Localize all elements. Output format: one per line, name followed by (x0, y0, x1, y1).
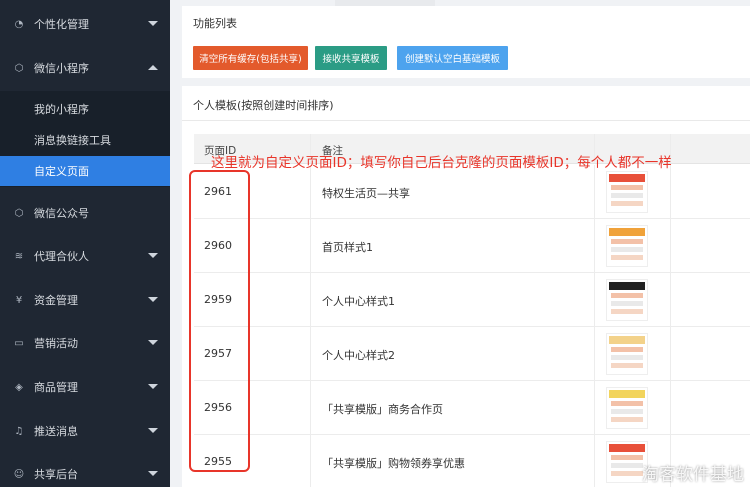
page-remark: 个人中心样式2 (322, 349, 395, 362)
sidebar-item-label: 营销活动 (34, 337, 78, 350)
cube-icon: ⬡ (14, 207, 24, 219)
sidebar-item-label: 资金管理 (34, 294, 78, 307)
chevron-down-icon (148, 340, 158, 345)
palette-icon: ◔ (14, 18, 24, 30)
sidebar-subitem-custom-page[interactable]: 自定义页面 (0, 156, 170, 186)
sidebar-item-label: 微信小程序 (34, 62, 89, 75)
column-divider (594, 165, 595, 218)
sidebar-subitem-my-miniprogram[interactable]: 我的小程序 (0, 94, 170, 124)
column-divider (310, 327, 311, 380)
sidebar-item-label: 商品管理 (34, 381, 78, 394)
column-divider (310, 165, 311, 218)
clear-cache-button[interactable]: 清空所有缓存(包括共享) (193, 46, 308, 70)
page-remark: 「共享模版」商务合作页 (322, 403, 443, 416)
template-panel: 个人模板(按照创建时间排序) 页面ID 备注 2961 特权生活页—共享 296… (182, 86, 750, 487)
column-divider (594, 327, 595, 380)
sidebar-subitem-link-tool[interactable]: 消息换链接工具 (0, 125, 170, 155)
sidebar-subitem-label: 我的小程序 (34, 103, 89, 116)
chevron-down-icon (148, 21, 158, 26)
chevron-down-icon (148, 428, 158, 433)
sidebar-item-marketing[interactable]: ▭ 营销活动 (0, 322, 170, 364)
sidebar-item-products[interactable]: ◈ 商品管理 (0, 366, 170, 408)
template-thumbnail[interactable] (606, 333, 648, 375)
sidebar-item-label: 微信公众号 (34, 207, 89, 220)
sidebar-item-label: 代理合伙人 (34, 250, 89, 263)
sidebar-item-wechat-official[interactable]: ⬡ 微信公众号 (0, 192, 170, 234)
receive-template-button[interactable]: 接收共享模板 (315, 46, 387, 70)
chevron-down-icon (148, 297, 158, 302)
table-row[interactable]: 2956 「共享模版」商务合作页 (194, 381, 750, 435)
main-content: 功能列表 清空所有缓存(包括共享) 接收共享模板 创建默认空白基础模板 个人模板… (170, 0, 750, 487)
sidebar-item-label: 推送消息 (34, 425, 78, 438)
sidebar-item-push[interactable]: ♫ 推送消息 (0, 410, 170, 452)
sidebar-item-label: 共享后台 (34, 468, 78, 481)
card-icon: ▭ (14, 337, 24, 349)
sidebar-subitem-label: 消息换链接工具 (34, 134, 111, 147)
column-divider (594, 219, 595, 272)
template-thumbnail[interactable] (606, 387, 648, 429)
column-divider (310, 435, 311, 487)
chevron-up-icon (148, 65, 158, 70)
template-panel-title: 个人模板(按照创建时间排序) (193, 99, 334, 112)
cube-icon: ⬡ (14, 62, 24, 74)
create-default-template-button[interactable]: 创建默认空白基础模板 (397, 46, 508, 70)
page-remark: 「共享模版」购物领券享优惠 (322, 457, 465, 470)
chevron-down-icon (148, 471, 158, 476)
template-thumbnail[interactable] (606, 171, 648, 213)
watermark: 淘客软件基地 (642, 465, 744, 485)
sidebar-item-personalization[interactable]: ◔ 个性化管理 (0, 3, 170, 45)
column-divider (594, 435, 595, 487)
column-divider (670, 273, 671, 326)
column-divider (594, 381, 595, 434)
sidebar-item-agent-partner[interactable]: ≋ 代理合伙人 (0, 235, 170, 277)
bell-icon: ♫ (14, 425, 24, 437)
column-divider (670, 327, 671, 380)
sidebar: ◔ 个性化管理 ⬡ 微信小程序 我的小程序 消息换链接工具 自定义页面 ⬡ 微信… (0, 0, 170, 487)
table-row[interactable]: 2957 个人中心样式2 (194, 327, 750, 381)
sidebar-item-funds[interactable]: ¥ 资金管理 (0, 279, 170, 321)
sidebar-item-wechat-miniprogram[interactable]: ⬡ 微信小程序 (0, 47, 170, 89)
divider (182, 120, 750, 121)
layers-icon: ≋ (14, 250, 24, 262)
sidebar-item-label: 个性化管理 (34, 18, 89, 31)
chevron-down-icon (148, 253, 158, 258)
yen-icon: ¥ (15, 294, 23, 306)
tag-icon: ◈ (15, 381, 23, 393)
annotation-highlight-box (189, 170, 250, 472)
chevron-down-icon (148, 384, 158, 389)
function-panel: 功能列表 清空所有缓存(包括共享) 接收共享模板 创建默认空白基础模板 (182, 6, 750, 78)
user-icon: ☺ (13, 468, 25, 480)
column-divider (670, 165, 671, 218)
sidebar-item-shared-backend[interactable]: ☺ 共享后台 (0, 453, 170, 487)
column-divider (594, 273, 595, 326)
column-divider (310, 381, 311, 434)
page-remark: 特权生活页—共享 (322, 187, 410, 200)
annotation-text: 这里就为自定义页面ID；填写你自己后台克隆的页面模板ID；每个人都不一样 (211, 155, 672, 171)
page-remark: 个人中心样式1 (322, 295, 395, 308)
page-remark: 首页样式1 (322, 241, 373, 254)
function-panel-title: 功能列表 (193, 17, 237, 30)
template-thumbnail[interactable] (606, 279, 648, 321)
table-row[interactable]: 2960 首页样式1 (194, 219, 750, 273)
table-row[interactable]: 2961 特权生活页—共享 (194, 165, 750, 219)
column-divider (310, 219, 311, 272)
column-divider (670, 381, 671, 434)
column-divider (310, 273, 311, 326)
column-divider (670, 219, 671, 272)
sidebar-subitem-label: 自定义页面 (34, 165, 89, 178)
table-row[interactable]: 2959 个人中心样式1 (194, 273, 750, 327)
template-thumbnail[interactable] (606, 225, 648, 267)
